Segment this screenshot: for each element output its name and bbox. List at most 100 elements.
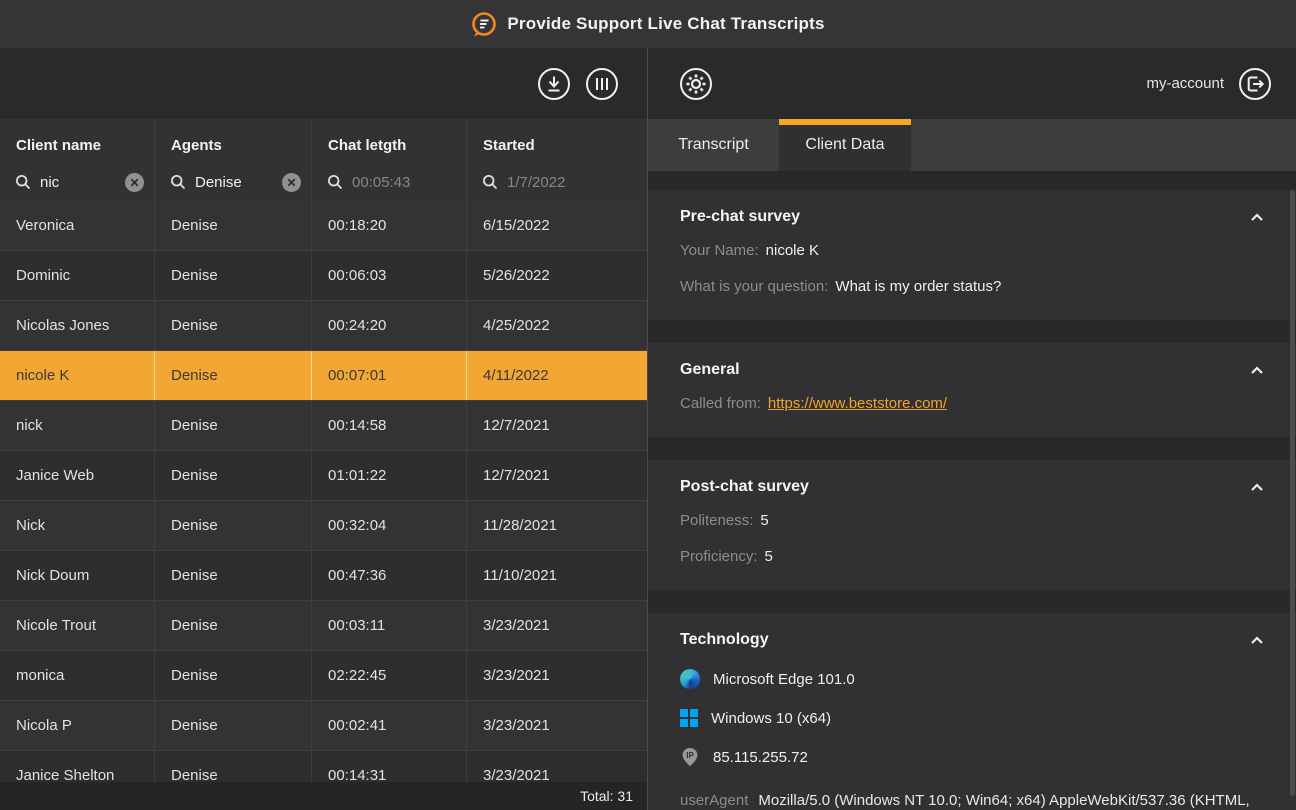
cell-agent: Denise [155,651,312,700]
transcripts-table-panel: Client name Agents Chat letgth Started [0,48,648,810]
cell-agent: Denise [155,501,312,550]
page-title: Provide Support Live Chat Transcripts [507,14,824,34]
cell-agent: Denise [155,601,312,650]
table-row[interactable]: Janice Shelton Denise 00:14:31 3/23/2021 [0,751,647,782]
ip-pin-icon: IP [680,747,700,767]
cell-agent: Denise [155,401,312,450]
called-from-link[interactable]: https://www.beststore.com/ [768,395,947,412]
filter-row [0,163,647,201]
cell-agent: Denise [155,551,312,600]
search-icon [170,174,186,190]
logout-button[interactable] [1238,67,1272,101]
table-row[interactable]: Janice Web Denise 01:01:22 12/7/2021 [0,451,647,501]
columns-button[interactable] [585,67,619,101]
table-footer: Total: 31 [0,782,647,810]
table-row[interactable]: Nicola P Denise 00:02:41 3/23/2021 [0,701,647,751]
cell-length: 00:47:36 [312,551,467,600]
collapse-postchat-button[interactable] [1248,479,1266,496]
edge-browser-icon [680,669,700,689]
windows-icon [680,709,698,727]
cell-started: 3/23/2021 [467,751,647,782]
tab-client-data[interactable]: Client Data [779,119,911,171]
cell-client: Nicola P [0,701,155,750]
cell-started: 3/23/2021 [467,701,647,750]
cell-started: 12/7/2021 [467,451,647,500]
cell-client: Veronica [0,201,155,250]
cell-agent: Denise [155,301,312,350]
table-header: Client name Agents Chat letgth Started [0,119,647,201]
svg-text:IP: IP [686,751,694,760]
cell-length: 00:24:20 [312,301,467,350]
cell-client: Nicolas Jones [0,301,155,350]
clear-icon [282,173,301,192]
field-your-name: Your Name:nicole K [680,240,1266,262]
table-body: Veronica Denise 00:18:20 6/15/2022 Domin… [0,201,647,782]
cell-length: 00:02:41 [312,701,467,750]
tab-bar: Transcript Client Data [648,119,1296,171]
section-title: Post-chat survey [680,478,809,496]
download-button[interactable] [537,67,571,101]
table-row[interactable]: Dominic Denise 00:06:03 5/26/2022 [0,251,647,301]
cell-client: monica [0,651,155,700]
gear-icon [679,67,713,101]
cell-started: 11/10/2021 [467,551,647,600]
field-proficiency: Proficiency:5 [680,546,1266,568]
settings-button[interactable] [679,67,713,101]
table-row[interactable]: monica Denise 02:22:45 3/23/2021 [0,651,647,701]
scrollbar-thumb[interactable] [1290,190,1295,796]
cell-client: nicole K [0,351,155,400]
cell-agent: Denise [155,251,312,300]
client-data-content: Pre-chat survey Your Name:nicole K What … [648,171,1296,810]
collapse-prechat-button[interactable] [1248,209,1266,226]
table-row[interactable]: nick Denise 00:14:58 12/7/2021 [0,401,647,451]
table-row[interactable]: Nick Doum Denise 00:47:36 11/10/2021 [0,551,647,601]
account-label: my-account [1146,75,1224,92]
cell-started: 12/7/2021 [467,401,647,450]
columns-icon [585,67,619,101]
field-politeness: Politeness:5 [680,510,1266,532]
collapse-general-button[interactable] [1248,362,1266,379]
cell-length: 00:18:20 [312,201,467,250]
table-row[interactable]: Nicolas Jones Denise 00:24:20 4/25/2022 [0,301,647,351]
cell-client: Nick Doum [0,551,155,600]
chevron-up-icon [1250,366,1264,375]
cell-length: 00:14:31 [312,751,467,782]
cell-client: Nick [0,501,155,550]
chevron-up-icon [1250,213,1264,222]
table-row[interactable]: Veronica Denise 00:18:20 6/15/2022 [0,201,647,251]
section-title: General [680,361,740,379]
collapse-technology-button[interactable] [1248,632,1266,649]
logout-icon [1238,67,1272,101]
chevron-up-icon [1250,636,1264,645]
cell-length: 01:01:22 [312,451,467,500]
table-row-selected[interactable]: nicole K Denise 00:07:01 4/11/2022 [0,351,647,401]
search-icon [482,174,498,190]
field-called-from: Called from:https://www.beststore.com/ [680,393,1266,415]
total-label: Total: 31 [580,788,633,804]
detail-toolbar: my-account [648,48,1296,119]
clear-client-filter-button[interactable] [125,173,144,192]
cell-agent: Denise [155,701,312,750]
filter-chat-length-input[interactable] [352,174,456,191]
filter-agent-input[interactable] [195,174,273,191]
chevron-up-icon [1250,483,1264,492]
table-row[interactable]: Nick Denise 00:32:04 11/28/2021 [0,501,647,551]
filter-client-input[interactable] [40,174,116,191]
section-prechat-survey: Pre-chat survey Your Name:nicole K What … [648,190,1296,320]
column-header-chat-length: Chat letgth [312,119,467,163]
table-row[interactable]: Nicole Trout Denise 00:03:11 3/23/2021 [0,601,647,651]
cell-started: 5/26/2022 [467,251,647,300]
clear-agent-filter-button[interactable] [282,173,301,192]
tab-transcript[interactable]: Transcript [648,119,779,171]
cell-started: 3/23/2021 [467,601,647,650]
cell-started: 4/11/2022 [467,351,647,400]
detail-panel: my-account Transcript Client Data [648,48,1296,810]
cell-length: 00:03:11 [312,601,467,650]
column-header-agents: Agents [155,119,312,163]
section-general: General Called from:https://www.beststor… [648,343,1296,437]
tech-browser: Microsoft Edge 101.0 [680,669,1266,689]
field-useragent: userAgentMozilla/5.0 (Windows NT 10.0; W… [680,791,1266,810]
tabbar-filler [911,119,1296,171]
logo-icon [471,11,497,37]
app-bar: Provide Support Live Chat Transcripts [0,0,1296,48]
